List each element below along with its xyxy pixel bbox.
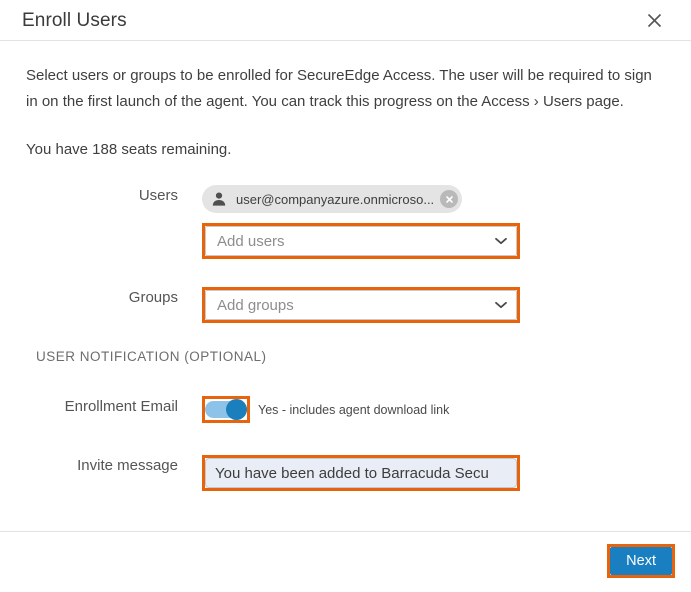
enroll-users-dialog: Enroll Users Select users or groups to b… (0, 0, 691, 592)
add-users-placeholder: Add users (217, 232, 285, 250)
enrollment-email-label: Enrollment Email (64, 398, 178, 415)
users-control: user@companyazure.onmicroso... Add users (202, 185, 665, 259)
chevron-down-icon (494, 298, 508, 312)
close-icon[interactable] (641, 7, 667, 33)
user-notification-section-title: USER NOTIFICATION (OPTIONAL) (36, 349, 267, 364)
enrollment-email-highlight (202, 396, 250, 423)
enrollment-email-caption: Yes - includes agent download link (258, 402, 450, 417)
invite-message-control (202, 455, 665, 491)
invite-message-label: Invite message (77, 457, 178, 474)
dialog-header: Enroll Users (0, 0, 691, 41)
enroll-form: Users user@companyazure.onmicroso... Add… (26, 185, 665, 491)
next-button-highlight: Next (607, 544, 675, 578)
user-chip-label: user@companyazure.onmicroso... (236, 191, 435, 207)
dialog-body: Select users or groups to be enrolled fo… (0, 41, 691, 531)
users-label: Users (138, 187, 178, 204)
invite-message-highlight (202, 455, 520, 491)
add-users-select[interactable]: Add users (205, 226, 517, 256)
dialog-footer: Next (0, 531, 691, 592)
enrollment-email-control: Yes - includes agent download link (202, 396, 665, 423)
groups-control: Add groups (202, 287, 665, 323)
enrollment-email-row: Enrollment Email Yes - includes agent do… (26, 396, 665, 423)
enrollment-email-toggle[interactable] (205, 399, 247, 420)
invite-message-input[interactable] (205, 458, 517, 488)
groups-label: Groups (128, 289, 178, 306)
next-button[interactable]: Next (610, 547, 672, 575)
users-row: Users user@companyazure.onmicroso... Add… (26, 185, 665, 259)
seats-remaining-text: You have 188 seats remaining. (26, 141, 232, 158)
invite-message-row: Invite message (26, 455, 665, 491)
groups-row: Groups Add groups (26, 287, 665, 323)
add-groups-highlight: Add groups (202, 287, 520, 323)
page-title: Enroll Users (22, 9, 127, 31)
chevron-down-icon (494, 234, 508, 248)
add-groups-select[interactable]: Add groups (205, 290, 517, 320)
add-groups-placeholder: Add groups (217, 296, 294, 314)
person-icon (210, 190, 228, 208)
toggle-thumb (226, 399, 247, 420)
intro-text: Select users or groups to be enrolled fo… (26, 67, 652, 110)
add-users-highlight: Add users (202, 223, 520, 259)
user-chip[interactable]: user@companyazure.onmicroso... (202, 185, 463, 213)
circle-close-icon[interactable] (440, 190, 459, 208)
